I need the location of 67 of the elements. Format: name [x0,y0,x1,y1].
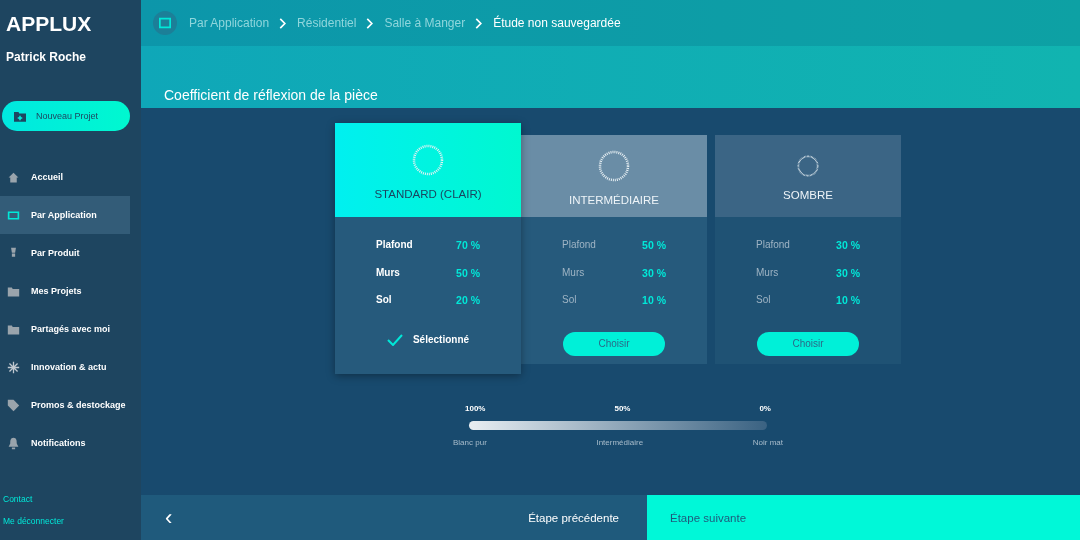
new-project-button[interactable]: Nouveau Projet [2,101,130,131]
nav-item[interactable]: Innovation & actu [0,348,130,386]
nav-item[interactable]: Promos & destockage [0,386,130,424]
card-title: SOMBRE [783,189,833,201]
app-logo: APPLUX [5,11,93,36]
row-value: 20 % [456,294,480,308]
screen-icon [7,208,20,222]
option-card[interactable]: SOMBRE Plafond 30 % Murs 30 % Sol 10 % Choisir [715,135,901,364]
row-value: 10 % [836,294,860,308]
row-label: Murs [562,266,585,280]
row-label: Plafond [376,239,413,252]
nav-item[interactable]: Accueil [0,158,130,196]
row-label: Sol [376,294,392,307]
circle-icon [598,150,630,182]
choose-button[interactable]: Choisir [757,331,859,356]
choose-button[interactable]: Choisir [563,331,665,356]
breadcrumb-item: Étude non sauvegardée [493,16,621,30]
scale-caption: Noir mat [752,438,783,447]
nav-item[interactable]: Par Produit [0,234,130,272]
row-value: 50 % [642,239,666,253]
scale-label: 0% [758,404,772,413]
sparkle-icon [7,360,20,374]
nav-item[interactable]: Partagés avec moi [0,310,130,348]
option-card[interactable]: STANDARD (CLAIR) Plafond 70 % Murs 50 % Sol 20 % Sélectionné [335,123,521,374]
chevron-right-icon [475,17,484,29]
row-value: 10 % [642,294,666,308]
tag-icon [7,398,20,412]
folder-icon [7,284,20,298]
circle-icon [797,155,819,177]
scale-label: 50% [613,404,632,413]
folder-plus-icon [14,110,26,122]
screen-icon [153,11,177,35]
folder-icon [7,322,20,336]
check-icon [386,333,403,346]
row-value: 30 % [836,239,860,253]
section-title: Coefficient de réflexion de la pièce [163,87,379,105]
bell-icon [7,436,20,450]
nav-item[interactable]: Notifications [0,424,130,462]
nav-item[interactable]: Mes Projets [0,272,130,310]
user-name: Patrick Roche [5,49,88,64]
scale-caption: Intermédiaire [596,438,644,447]
next-step-button[interactable]: Étape suivante [647,495,1080,540]
sidebar-link[interactable]: Contact [0,494,141,504]
circle-icon [412,144,444,176]
row-label: Sol [562,294,577,307]
chevron-right-icon [279,17,288,29]
row-label: Murs [376,266,400,280]
back-button[interactable]: ‹ [161,504,177,531]
row-label: Plafond [756,239,790,252]
row-value: 30 % [642,266,666,281]
row-value: 30 % [836,266,860,281]
home-icon [7,170,20,184]
previous-step-button[interactable]: Étape précédente [522,510,625,525]
row-label: Sol [756,294,771,307]
sidebar-link[interactable]: Me déconnecter [0,516,141,526]
option-card[interactable]: INTERMÉDIAIRE Plafond 50 % Murs 30 % Sol 10 % Choisir [521,135,707,364]
row-value: 70 % [456,239,480,253]
row-label: Murs [756,266,779,280]
selected-label: Sélectionné [412,334,470,345]
card-title: STANDARD (CLAIR) [374,188,482,200]
nav-item[interactable]: Par Application [0,196,130,234]
row-label: Plafond [562,239,596,252]
card-title: INTERMÉDIAIRE [568,194,660,206]
chevron-right-icon [366,17,375,29]
scale-caption: Blanc pur [453,438,487,447]
row-value: 50 % [456,266,480,281]
scale-label: 100% [464,404,487,413]
